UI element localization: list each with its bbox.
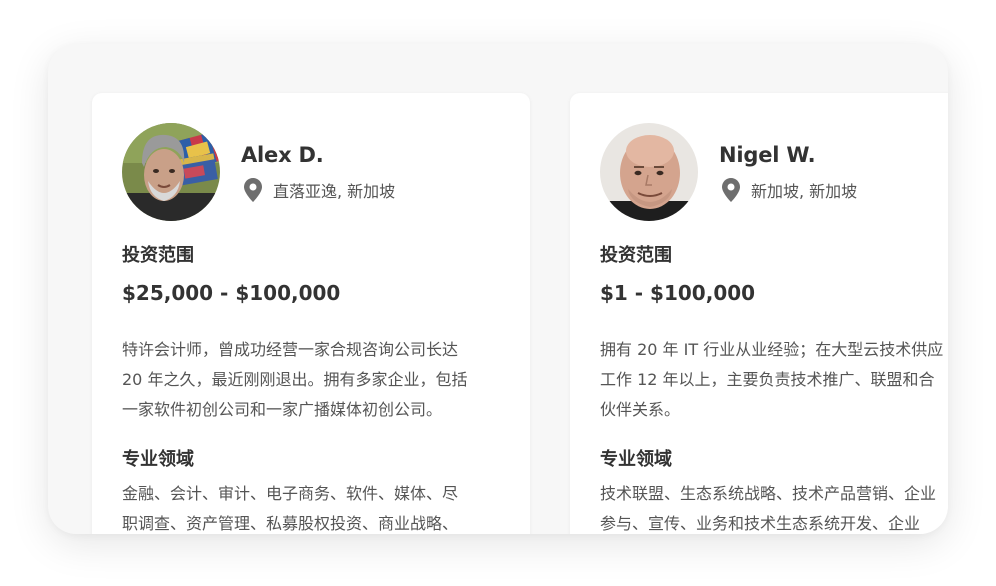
expertise-line: 技术联盟、生态系统战略、技术产品营销、企业 — [600, 484, 937, 503]
investor-card[interactable]: Alex D. 直落亚逸, 新加坡 投资范围 $25,000 - $100,00… — [92, 93, 530, 534]
description-line: 一家软件初创公司和一家广播媒体初创公司。 — [122, 400, 443, 419]
location-text: 直落亚逸, 新加坡 — [273, 182, 396, 201]
expertise-line: 参与、宣传、业务和技术生态系统开发、企业 — [600, 514, 921, 533]
location-text: 新加坡, 新加坡 — [751, 182, 858, 201]
investor-description: 拥有 20 年 IT 行业从业经验；在大型云技术供应 工作 12 年以上，主要负… — [600, 335, 948, 425]
description-line: 伙伴关系。 — [600, 400, 681, 419]
location: 新加坡, 新加坡 — [722, 177, 857, 203]
expertise-list: 技术联盟、生态系统战略、技术产品营销、企业 参与、宣传、业务和技术生态系统开发、… — [600, 479, 948, 534]
avatar — [122, 123, 220, 221]
investor-name: Alex D. — [241, 143, 324, 167]
investment-range-label: 投资范围 — [600, 245, 672, 266]
description-line: 工作 12 年以上，主要负责技术推广、联盟和合 — [600, 370, 935, 389]
expertise-label: 专业领域 — [122, 449, 194, 470]
description-line: 20 年之久，最近刚刚退出。拥有多家企业，包括 — [122, 370, 468, 389]
avatar — [600, 123, 698, 221]
investor-name: Nigel W. — [719, 143, 816, 167]
expertise-line: 金融、会计、审计、电子商务、软件、媒体、尽 — [122, 484, 459, 503]
investment-range-label: 投资范围 — [122, 245, 194, 266]
location-pin-icon — [244, 178, 262, 202]
description-line: 拥有 20 年 IT 行业从业经验；在大型云技术供应 — [600, 340, 944, 359]
location-pin-icon — [722, 178, 740, 202]
expertise-list: 金融、会计、审计、电子商务、软件、媒体、尽 职调查、资产管理、私募股权投资、商业… — [122, 479, 497, 534]
description-line: 特许会计师，曾成功经营一家合规咨询公司长达 — [122, 340, 459, 359]
investor-card[interactable]: Nigel W. 新加坡, 新加坡 投资范围 $1 - $100,000 拥有 … — [570, 93, 948, 534]
profile-carousel: Alex D. 直落亚逸, 新加坡 投资范围 $25,000 - $100,00… — [48, 44, 948, 534]
investment-range-value: $1 - $100,000 — [600, 281, 756, 305]
investor-description: 特许会计师，曾成功经营一家合规咨询公司长达 20 年之久，最近刚刚退出。拥有多家… — [122, 335, 497, 425]
expertise-label: 专业领域 — [600, 449, 672, 470]
expertise-line: 职调查、资产管理、私募股权投资、商业战略、 — [122, 514, 459, 533]
location: 直落亚逸, 新加坡 — [244, 177, 395, 203]
investment-range-value: $25,000 - $100,000 — [122, 281, 341, 305]
